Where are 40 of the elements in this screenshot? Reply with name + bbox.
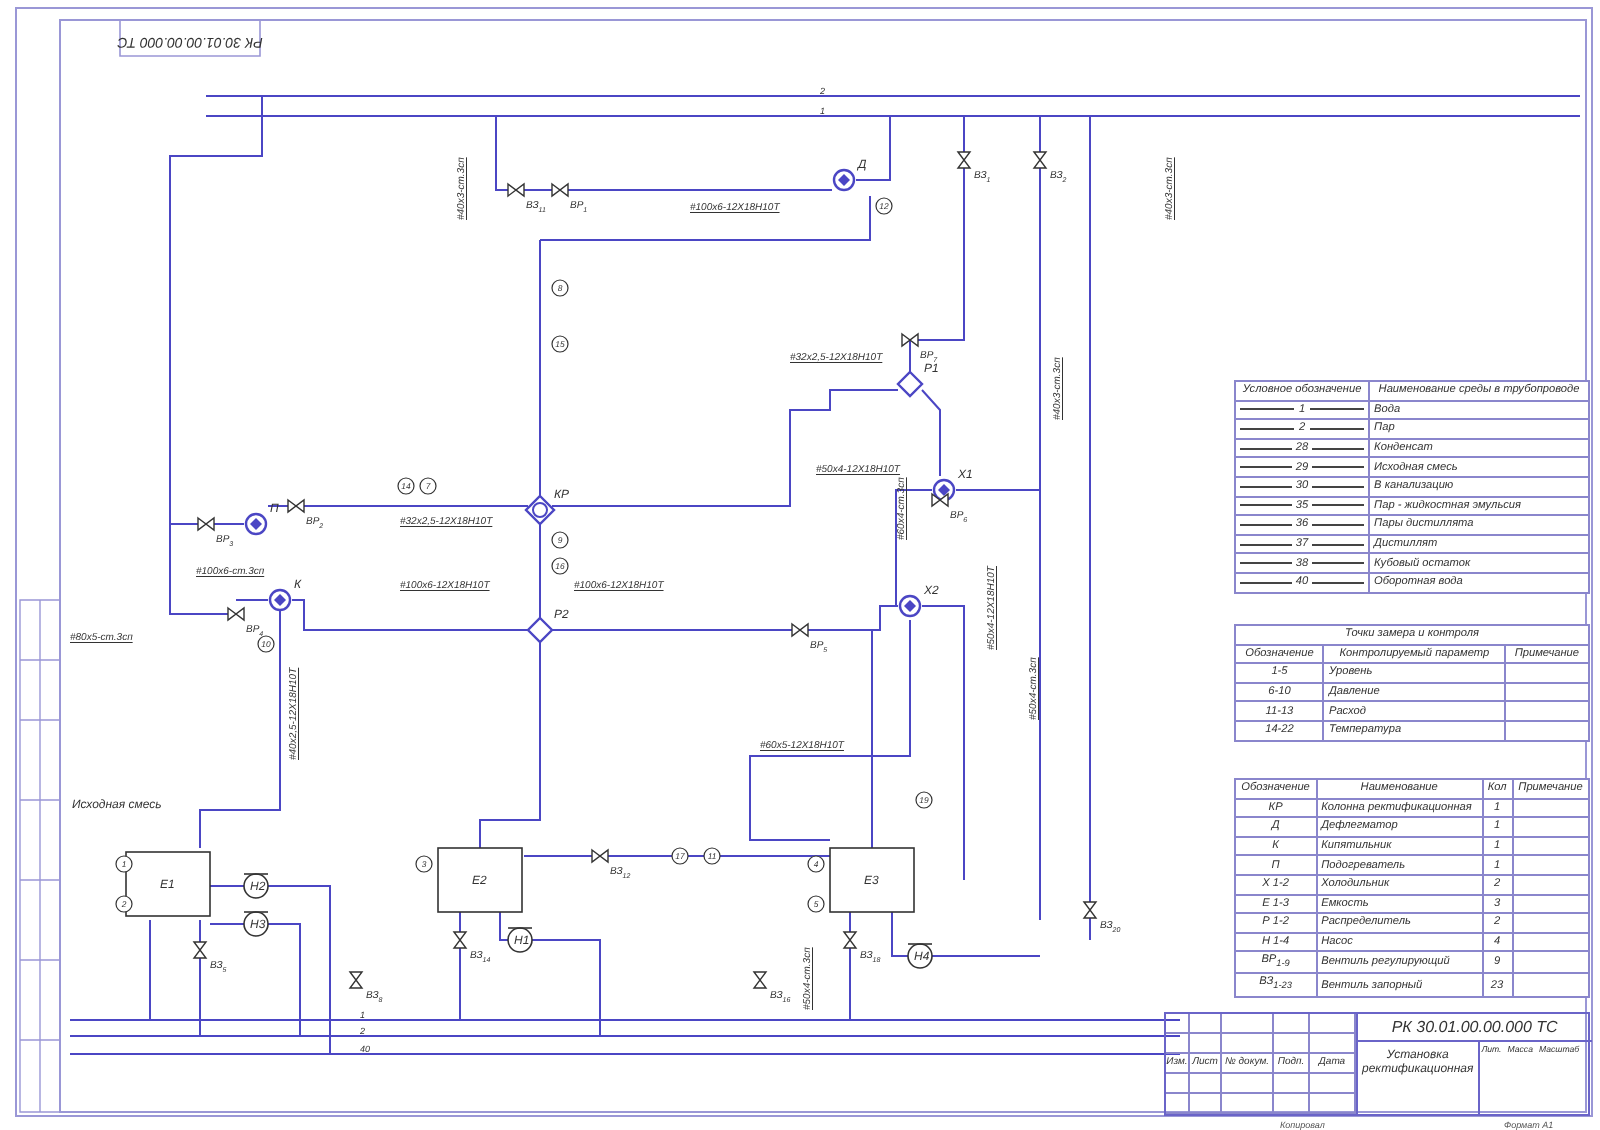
valve-icon <box>956 151 972 169</box>
heat-exchanger-symbol <box>898 594 922 618</box>
pump-icon <box>507 927 533 953</box>
pump-icon <box>243 873 269 899</box>
column-symbol <box>524 494 556 526</box>
valve-icon <box>192 941 208 959</box>
pipeline <box>931 955 1041 957</box>
document-code: РК 30.01.00.00.000 ТС <box>1358 1014 1592 1042</box>
tank <box>125 851 211 917</box>
pipeline <box>891 911 909 957</box>
pipeline <box>499 911 509 941</box>
valve-icon <box>842 931 858 949</box>
tank <box>437 847 523 913</box>
pipeline <box>209 885 245 887</box>
valve-icon <box>1032 151 1048 169</box>
valve-icon <box>791 622 809 638</box>
valve-icon <box>591 848 609 864</box>
valve-icon <box>1082 901 1098 919</box>
distributor-symbol <box>526 616 554 644</box>
valve-icon <box>901 332 919 348</box>
pipeline <box>209 923 245 925</box>
valve-icon <box>752 971 768 989</box>
pump-icon <box>243 911 269 937</box>
heat-exchanger-symbol <box>268 588 292 612</box>
valve-icon <box>227 606 245 622</box>
pipeline <box>539 521 541 619</box>
heat-exchanger-symbol <box>832 168 856 192</box>
valve-icon <box>348 971 364 989</box>
valve-icon <box>507 182 525 198</box>
heat-exchanger-symbol <box>244 512 268 536</box>
valve-icon <box>931 492 949 508</box>
valve-icon <box>287 498 305 514</box>
pipeline <box>921 389 941 477</box>
tank <box>829 847 915 913</box>
code-stamp <box>119 19 261 57</box>
pump-icon <box>907 943 933 969</box>
valve-icon <box>551 182 569 198</box>
valve-icon <box>197 516 215 532</box>
valve-icon <box>452 931 468 949</box>
distributor-symbol <box>896 370 924 398</box>
